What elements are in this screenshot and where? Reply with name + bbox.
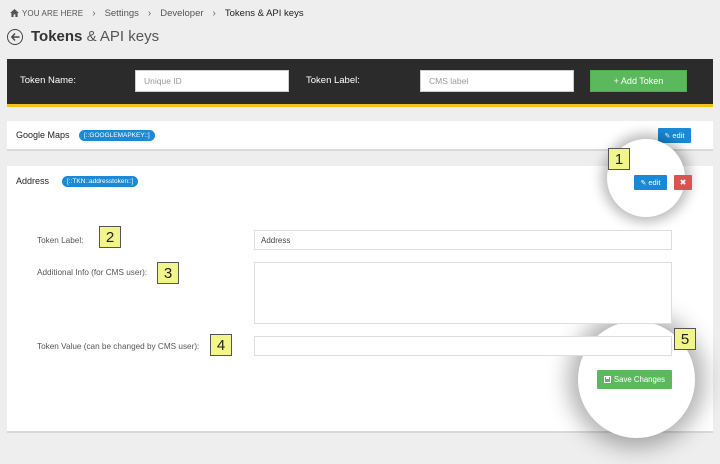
- breadcrumb-root: YOU ARE HERE: [22, 8, 84, 18]
- token-label-field-label: Token Label:: [37, 236, 84, 245]
- edit-button[interactable]: ✎ edit: [658, 128, 691, 143]
- token-name-input[interactable]: [135, 70, 289, 92]
- pencil-icon: ✎: [664, 132, 671, 140]
- token-name: Google Maps: [16, 130, 70, 140]
- breadcrumb-settings[interactable]: Settings: [105, 8, 139, 19]
- callout-5: 5: [674, 328, 696, 350]
- floppy-disk-icon: [603, 376, 611, 383]
- token-card-address: Address [::TKN::addresstoken::] ✎ edit ✖…: [7, 139, 713, 438]
- edit-button[interactable]: ✎ edit: [634, 175, 667, 190]
- edit-label: edit: [648, 178, 661, 187]
- breadcrumb-separator: ›: [147, 7, 152, 19]
- token-label-input[interactable]: [420, 70, 574, 92]
- callout-2: 2: [99, 226, 121, 248]
- page-title-rest: & API keys: [86, 28, 160, 45]
- breadcrumb-developer[interactable]: Developer: [160, 8, 203, 19]
- token-value-label: Token Value (can be changed by CMS user)…: [37, 342, 200, 351]
- add-token-bar: Token Name: Token Label: + Add Token: [7, 59, 713, 107]
- token-card-google-maps: Google Maps [::GOOGLEMAPKEY::] ✎ edit: [7, 121, 713, 151]
- breadcrumb: YOU ARE HERE › Settings › Developer › To…: [10, 7, 304, 19]
- page-title: Tokens & API keys: [31, 28, 159, 45]
- token-name-label: Token Name:: [20, 75, 76, 86]
- callout-4: 4: [210, 334, 232, 356]
- add-token-button[interactable]: + Add Token: [590, 70, 687, 92]
- save-changes-label: Save Changes: [613, 375, 666, 384]
- breadcrumb-separator: ›: [212, 7, 216, 19]
- token-label-label: Token Label:: [306, 75, 360, 86]
- page-title-bold: Tokens: [31, 28, 83, 45]
- back-button[interactable]: [7, 28, 23, 45]
- token-badge: [::TKN::addresstoken::]: [62, 176, 139, 187]
- page-header: Tokens & API keys: [7, 28, 159, 45]
- home-icon: [10, 9, 19, 17]
- additional-info-field[interactable]: [254, 262, 672, 324]
- save-changes-button[interactable]: Save Changes: [597, 370, 672, 389]
- delete-button[interactable]: ✖: [674, 175, 692, 190]
- arrow-left-icon: [10, 32, 19, 41]
- additional-info-label: Additional Info (for CMS user):: [37, 268, 148, 277]
- callout-1: 1: [608, 148, 630, 170]
- edit-label: edit: [672, 131, 685, 140]
- breadcrumb-current: Tokens & API keys: [224, 7, 304, 19]
- token-label-field[interactable]: [254, 230, 672, 250]
- token-name: Address: [16, 176, 50, 186]
- token-value-field[interactable]: [254, 336, 672, 356]
- callout-3: 3: [157, 262, 179, 284]
- breadcrumb-separator: ›: [92, 7, 96, 19]
- token-badge: [::GOOGLEMAPKEY::]: [79, 130, 155, 141]
- pencil-icon: ✎: [640, 179, 647, 187]
